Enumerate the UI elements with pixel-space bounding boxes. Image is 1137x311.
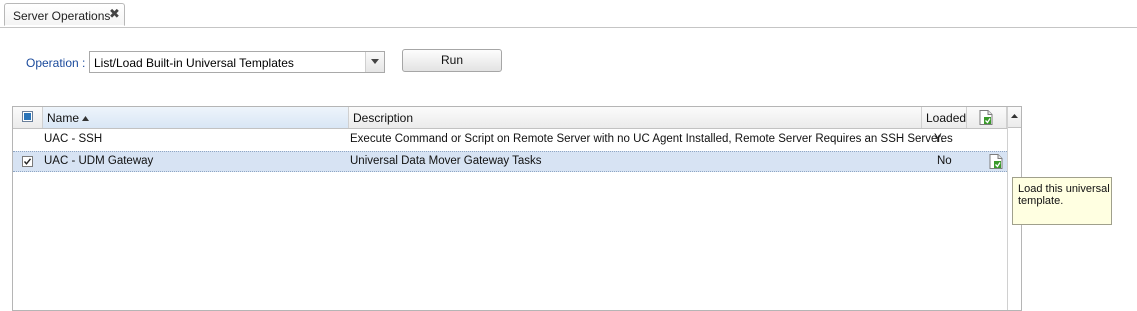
chevron-down-icon [371,59,379,64]
tab-label: Server Operations [13,9,111,23]
run-button[interactable]: Run [402,49,502,72]
tab-server-operations[interactable]: Server Operations ✖ [4,3,125,26]
header-select-all-cell [13,107,43,128]
sort-ascending-icon [82,116,90,122]
column-header-loaded-label: Loaded [926,111,967,125]
row-name: UAC - UDM Gateway [44,155,154,167]
column-header-description-label: Description [353,111,414,125]
chevron-up-icon [1011,114,1018,118]
column-header-load-action[interactable] [967,107,1007,128]
row-loaded: No [937,155,952,167]
grid-header: Name Description Loaded [13,107,1021,129]
column-header-loaded[interactable]: Loaded [922,107,967,128]
table-row[interactable]: UAC - UDM Gateway Universal Data Mover G… [13,151,1007,172]
tab-strip: Server Operations ✖ [0,0,1137,28]
row-description: Execute Command or Script on Remote Serv… [350,133,944,145]
row-checkbox[interactable] [22,156,33,167]
operation-select[interactable]: List/Load Built-in Universal Templates [89,51,385,73]
select-all-checkbox[interactable] [22,111,33,122]
load-template-icon[interactable] [989,154,1003,169]
column-header-description[interactable]: Description [349,107,922,128]
operation-selected-value: List/Load Built-in Universal Templates [94,56,294,70]
column-header-name-label: Name [47,111,80,125]
row-name: UAC - SSH [44,133,103,145]
operation-label: Operation : [26,56,86,70]
dropdown-button[interactable] [365,52,384,72]
checkmark-icon [23,158,32,165]
row-description: Universal Data Mover Gateway Tasks [350,155,542,167]
column-header-name[interactable]: Name [43,107,349,128]
load-template-icon [979,110,993,125]
load-template-tooltip: Load this universal template. [1012,177,1112,225]
templates-grid: Name Description Loaded UAC - SSH Execut… [12,106,1022,311]
scroll-up-button[interactable] [1008,107,1021,128]
row-loaded: Yes [934,133,953,145]
close-icon[interactable]: ✖ [109,7,120,21]
table-row[interactable]: UAC - SSH Execute Command or Script on R… [13,129,1007,150]
